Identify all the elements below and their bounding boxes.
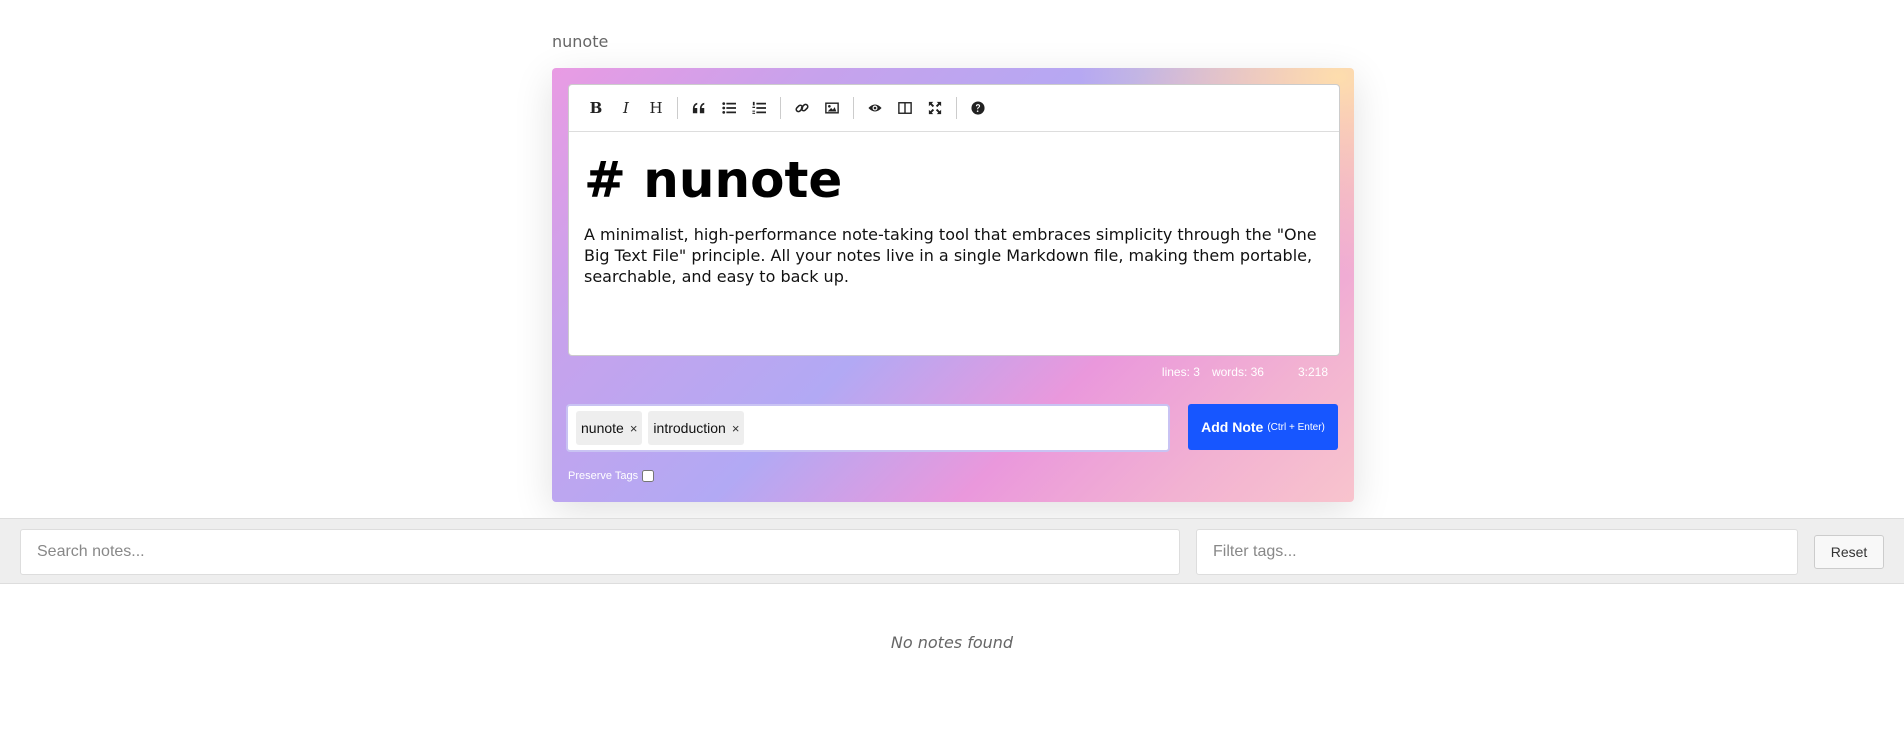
editor-toolbar: B I H — [569, 85, 1339, 132]
italic-button[interactable]: I — [611, 93, 641, 123]
editor-paragraph: A minimalist, high-performance note-taki… — [584, 225, 1317, 286]
remove-tag-icon[interactable]: × — [732, 421, 740, 436]
cursor-position: 3:218 — [1297, 365, 1328, 379]
toolbar-separator — [780, 97, 781, 119]
preserve-tags-option[interactable]: Preserve Tags — [568, 470, 655, 482]
ordered-list-icon — [752, 101, 766, 114]
search-input[interactable] — [20, 529, 1180, 575]
bold-icon: B — [589, 99, 603, 117]
quote-icon — [692, 102, 705, 114]
tag-label: introduction — [653, 420, 726, 436]
tag-chip: nunote × — [576, 411, 643, 445]
heading-icon: H — [649, 99, 663, 117]
link-icon — [795, 103, 809, 113]
link-button[interactable] — [787, 93, 817, 123]
remove-tag-icon[interactable]: × — [630, 421, 638, 436]
add-note-label: Add Note — [1201, 419, 1264, 435]
toolbar-separator — [853, 97, 854, 119]
preview-icon — [868, 104, 882, 112]
note-editor-card: B I H # nunote A minimalist, high-perfor… — [552, 68, 1354, 502]
tag-input[interactable]: nunote × introduction × — [566, 404, 1170, 452]
add-note-shortcut-hint: (Ctrl + Enter) — [1267, 421, 1325, 433]
ordered-list-button[interactable] — [744, 93, 774, 123]
preserve-tags-label: Preserve Tags — [568, 470, 639, 482]
add-note-button[interactable]: Add Note (Ctrl + Enter) — [1188, 404, 1338, 450]
tag-filter-input[interactable] — [1196, 529, 1798, 575]
image-button[interactable] — [817, 93, 847, 123]
side-by-side-button[interactable] — [890, 93, 920, 123]
editor-heading-line: # nunote — [584, 151, 843, 209]
filter-bar: Reset — [0, 518, 1904, 584]
bold-button[interactable]: B — [581, 93, 611, 123]
fullscreen-button[interactable] — [920, 93, 950, 123]
preview-button[interactable] — [860, 93, 890, 123]
editor-statusbar: lines: 3 words: 36 3:218 — [1162, 365, 1328, 379]
empty-notes-message: No notes found — [890, 633, 1014, 652]
help-button[interactable] — [963, 93, 993, 123]
italic-icon: I — [623, 99, 629, 117]
toolbar-separator — [677, 97, 678, 119]
toolbar-separator — [956, 97, 957, 119]
side-by-side-icon — [898, 102, 912, 114]
unordered-list-icon — [722, 102, 736, 114]
line-count: lines: 3 — [1161, 365, 1200, 379]
fullscreen-icon — [928, 101, 942, 115]
word-count: words: 36 — [1211, 365, 1264, 379]
app-title: nunote — [552, 32, 609, 51]
help-icon — [971, 101, 985, 115]
tag-label: nunote — [581, 420, 624, 436]
reset-button[interactable]: Reset — [1814, 535, 1884, 569]
preserve-tags-checkbox[interactable] — [642, 470, 655, 482]
heading-button[interactable]: H — [641, 93, 671, 123]
markdown-editor: B I H # nunote A minimalist, high-perfor… — [568, 84, 1340, 356]
unordered-list-button[interactable] — [714, 93, 744, 123]
image-icon — [825, 102, 839, 114]
quote-button[interactable] — [684, 93, 714, 123]
tag-chip: introduction × — [648, 411, 745, 445]
editor-text-area[interactable]: # nunote A minimalist, high-performance … — [569, 132, 1339, 305]
